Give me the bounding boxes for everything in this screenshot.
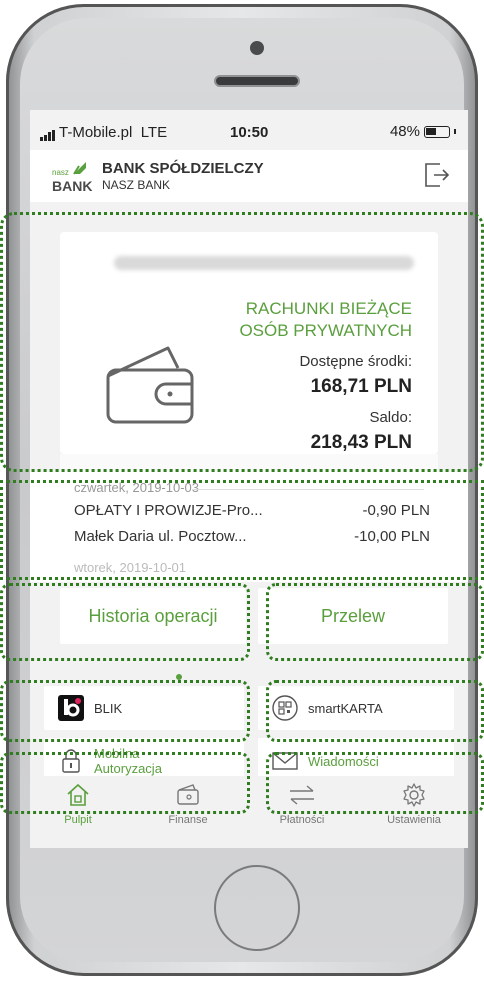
- battery-icon: [424, 125, 450, 138]
- highlight-messages: [266, 752, 484, 814]
- status-bar: T-Mobile.pl LTE 10:50 48%: [30, 110, 468, 150]
- nav-label: Finanse: [168, 814, 208, 826]
- carrier: T-Mobile.pl LTE: [40, 124, 167, 141]
- highlight-transfer: [266, 583, 484, 661]
- signal-icon: [40, 124, 56, 141]
- app-header: nasz BANK BANK SPÓŁDZIELCZY NASZ BANK: [30, 150, 468, 202]
- logo-small-text: nasz: [52, 168, 69, 177]
- earpiece-speaker: [214, 75, 300, 87]
- highlight-mobile-auth: [0, 752, 250, 814]
- battery-indicator: 48%: [390, 123, 456, 140]
- battery-percent: 48%: [389, 123, 420, 140]
- nav-label: Pulpit: [64, 814, 92, 826]
- home-button[interactable]: [214, 865, 300, 951]
- highlight-smartkarta: [266, 680, 484, 742]
- clock: 10:50: [230, 124, 269, 141]
- highlight-transactions: [0, 480, 484, 580]
- carrier-name: T-Mobile.pl: [59, 124, 133, 141]
- bank-subtitle: NASZ BANK: [102, 178, 171, 192]
- logo-big-text: BANK: [52, 178, 93, 194]
- network-type: LTE: [140, 124, 168, 141]
- highlight-history: [0, 583, 250, 661]
- nav-label: Płatności: [279, 814, 325, 826]
- highlight-blik: [0, 680, 250, 742]
- bank-logo: nasz BANK: [52, 160, 96, 194]
- highlight-account-card: [0, 212, 484, 472]
- leaf-icon: [73, 162, 86, 175]
- front-camera: [250, 41, 264, 55]
- nav-label: Ustawienia: [387, 814, 441, 826]
- logout-icon[interactable]: [422, 160, 450, 190]
- bank-name: BANK SPÓŁDZIELCZY: [102, 160, 264, 177]
